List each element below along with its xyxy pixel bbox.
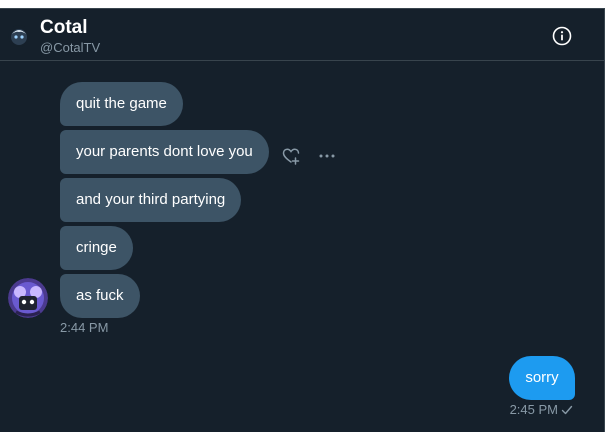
incoming-message[interactable]: quit the game — [60, 82, 183, 126]
contact-name[interactable]: Cotal — [40, 17, 88, 39]
outgoing-message[interactable]: sorry — [509, 356, 575, 400]
message-timestamp: 2:44 PM — [60, 320, 109, 335]
sender-avatar[interactable] — [8, 278, 48, 318]
more-horizontal-icon[interactable] — [317, 146, 337, 166]
incoming-message[interactable]: and your third partying — [60, 178, 242, 222]
incoming-message[interactable]: cringe — [60, 226, 133, 270]
info-icon[interactable] — [551, 25, 573, 47]
check-icon — [561, 404, 573, 419]
outgoing-timestamp: 2:45 PM — [510, 402, 573, 419]
conversation-header: Cotal @CotalTV — [0, 9, 604, 61]
heart-plus-icon[interactable] — [281, 146, 301, 166]
incoming-message[interactable]: your parents dont love you — [60, 130, 269, 174]
outgoing-time: 2:45 PM — [509, 402, 558, 417]
contact-handle[interactable]: @CotalTV — [40, 40, 100, 55]
header-avatar[interactable] — [8, 25, 30, 47]
incoming-message[interactable]: as fuck — [60, 274, 140, 318]
dm-conversation-panel: Cotal @CotalTV quit the game your parent… — [0, 8, 605, 432]
avatar-image — [8, 25, 30, 47]
avatar-image — [8, 278, 48, 318]
